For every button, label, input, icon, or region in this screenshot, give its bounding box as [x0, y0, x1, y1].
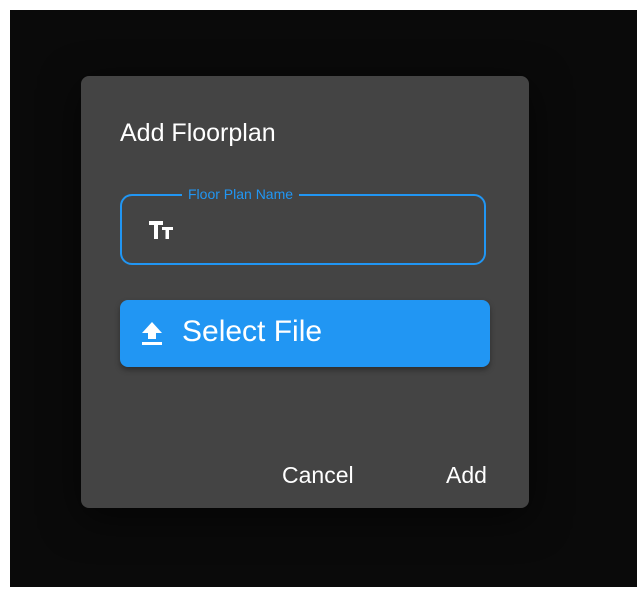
select-file-label: Select File — [182, 315, 323, 348]
text-size-icon — [149, 219, 179, 241]
cancel-button[interactable]: Cancel — [282, 461, 354, 489]
floor-plan-name-field[interactable]: Floor Plan Name — [120, 186, 486, 265]
upload-icon — [141, 321, 163, 347]
add-button[interactable]: Add — [446, 461, 487, 489]
add-floorplan-dialog: Add Floorplan Floor Plan Name Select Fil… — [81, 76, 529, 508]
backdrop: Add Floorplan Floor Plan Name Select Fil… — [10, 10, 637, 587]
floor-plan-name-input[interactable] — [188, 212, 472, 248]
select-file-button[interactable]: Select File — [120, 300, 490, 367]
floor-plan-name-label: Floor Plan Name — [182, 186, 300, 202]
dialog-title: Add Floorplan — [120, 119, 276, 147]
